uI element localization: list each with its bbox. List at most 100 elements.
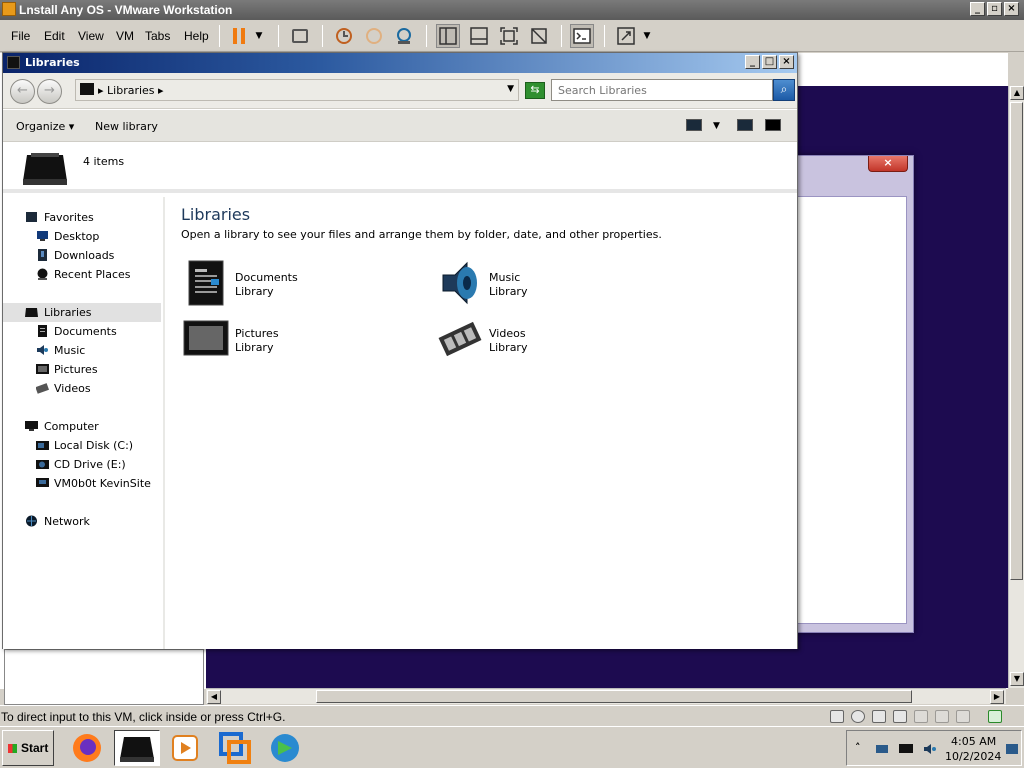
- horizontal-scrollbar[interactable]: ◀ ▶: [206, 688, 1006, 704]
- address-bar[interactable]: ▸ Libraries ▸ ▼: [75, 79, 519, 101]
- new-library-button[interactable]: New library: [95, 120, 158, 133]
- taskbar-internet-download-manager[interactable]: [262, 730, 308, 766]
- vmware-titlebar: Lnstall Any OS - VMware Workstation _ ▫ …: [0, 0, 1024, 20]
- scroll-up-arrow[interactable]: ▲: [1010, 86, 1024, 100]
- scroll-left-arrow[interactable]: ◀: [207, 690, 221, 704]
- clock-time[interactable]: 4:05 AM: [951, 735, 996, 748]
- address-dropdown-icon[interactable]: ▼: [507, 84, 514, 94]
- nav-music[interactable]: Music: [3, 341, 161, 360]
- search-input[interactable]: [551, 79, 773, 101]
- library-name: Videos: [489, 327, 526, 340]
- hard-disk-status-icon[interactable]: [830, 710, 844, 723]
- menu-view[interactable]: View: [78, 29, 104, 43]
- search-icon[interactable]: ⌕: [773, 79, 795, 101]
- view-options-icon[interactable]: [686, 119, 702, 131]
- menu-vm[interactable]: VM: [116, 29, 134, 43]
- nav-network[interactable]: Network: [3, 512, 161, 531]
- explorer-close-button[interactable]: ×: [779, 55, 794, 69]
- navigation-pane[interactable]: Favorites Desktop Downloads Recent Place…: [3, 197, 163, 649]
- refresh-button[interactable]: ⇆: [525, 82, 545, 99]
- thumbnail-bar-button[interactable]: [467, 24, 491, 48]
- network-tray-icon[interactable]: [875, 743, 889, 755]
- nav-documents[interactable]: Documents: [3, 322, 161, 341]
- action-center-icon[interactable]: [1005, 743, 1019, 755]
- close-button[interactable]: ×: [1004, 2, 1019, 16]
- nav-videos[interactable]: Videos: [3, 379, 161, 398]
- taskbar-explorer[interactable]: [114, 730, 160, 766]
- revert-snapshot-button[interactable]: [362, 24, 386, 48]
- display-tray-icon[interactable]: [899, 743, 913, 755]
- toolbar-separator: [219, 25, 220, 47]
- nav-local-disk[interactable]: Local Disk (C:): [3, 436, 161, 455]
- help-icon[interactable]: [765, 119, 781, 131]
- nav-recent-places[interactable]: Recent Places: [3, 265, 161, 284]
- background-dialog-window[interactable]: ×: [780, 155, 914, 633]
- display-status-icon[interactable]: [956, 710, 970, 723]
- nav-pictures[interactable]: Pictures: [3, 360, 161, 379]
- nav-network-share[interactable]: VM0b0t KevinSite: [3, 474, 161, 493]
- start-button[interactable]: Start: [2, 730, 54, 766]
- send-ctrl-alt-del-button[interactable]: [288, 24, 312, 48]
- restore-button[interactable]: ▫: [987, 2, 1002, 16]
- menu-help[interactable]: Help: [184, 29, 209, 43]
- menu-file[interactable]: File: [11, 29, 30, 43]
- suspend-button[interactable]: [228, 24, 252, 48]
- content-pane[interactable]: Libraries Open a library to see your fil…: [165, 197, 797, 649]
- console-view-button[interactable]: [570, 24, 594, 48]
- nav-desktop[interactable]: Desktop: [3, 227, 161, 246]
- library-name: Documents: [235, 271, 298, 284]
- show-hidden-icons-button[interactable]: ˄: [855, 741, 861, 754]
- library-music[interactable]: Music Library: [437, 259, 677, 311]
- explorer-minimize-button[interactable]: _: [745, 55, 760, 69]
- snapshot-manager-button[interactable]: [392, 24, 416, 48]
- explorer-titlebar[interactable]: Libraries _ □ ×: [3, 53, 797, 73]
- explorer-maximize-button[interactable]: □: [762, 55, 777, 69]
- cd-status-icon[interactable]: [851, 710, 865, 723]
- view-options-dropdown[interactable]: ▼: [713, 121, 720, 131]
- library-pictures[interactable]: Pictures Library: [183, 315, 423, 367]
- vertical-scroll-thumb[interactable]: [1010, 102, 1023, 580]
- show-library-button[interactable]: [436, 24, 460, 48]
- stretch-dropdown[interactable]: ▼: [640, 24, 654, 48]
- vmware-menubar: File Edit View VM Tabs Help ▼ ▼: [0, 20, 1024, 52]
- preview-pane-icon[interactable]: [737, 119, 753, 131]
- libraries-icon: [7, 56, 20, 69]
- scroll-right-arrow[interactable]: ▶: [990, 690, 1004, 704]
- floppy-status-icon[interactable]: [872, 710, 886, 723]
- taskbar-media-player[interactable]: [162, 730, 208, 766]
- scroll-down-arrow[interactable]: ▼: [1010, 672, 1024, 686]
- background-dialog-close-button[interactable]: ×: [868, 156, 908, 172]
- snapshot-button[interactable]: [332, 24, 356, 48]
- usb-status-icon[interactable]: [935, 710, 949, 723]
- library-videos[interactable]: Videos Library: [437, 315, 677, 367]
- organize-button[interactable]: Organize ▾: [16, 120, 74, 133]
- forward-button[interactable]: →: [37, 79, 62, 104]
- music-icon: [37, 345, 48, 355]
- vertical-scrollbar[interactable]: ▲ ▼: [1008, 86, 1024, 688]
- nav-libraries[interactable]: Libraries: [3, 303, 161, 322]
- nav-cd-drive[interactable]: CD Drive (E:): [3, 455, 161, 474]
- explorer-title: Libraries: [25, 56, 80, 69]
- nav-downloads[interactable]: Downloads: [3, 246, 161, 265]
- minimize-button[interactable]: _: [970, 2, 985, 16]
- stretch-button[interactable]: [614, 24, 638, 48]
- message-log-icon[interactable]: [988, 710, 1002, 723]
- power-dropdown[interactable]: ▼: [252, 24, 266, 48]
- volume-tray-icon[interactable]: [923, 743, 937, 755]
- fullscreen-button[interactable]: [497, 24, 521, 48]
- toolbar-separator: [561, 25, 562, 47]
- explorer-window[interactable]: Libraries _ □ × ← → ▸ Libraries ▸ ▼ ⇆ ⌕ …: [2, 52, 798, 649]
- taskbar-firefox[interactable]: [64, 730, 110, 766]
- nav-computer[interactable]: Computer: [3, 417, 161, 436]
- horizontal-scroll-thumb[interactable]: [316, 690, 912, 703]
- menu-tabs[interactable]: Tabs: [145, 29, 170, 43]
- back-button[interactable]: ←: [10, 79, 35, 104]
- taskbar-vmware[interactable]: [212, 730, 258, 766]
- unity-button[interactable]: [527, 24, 551, 48]
- nav-favorites[interactable]: Favorites: [3, 208, 161, 227]
- network-adapter-status-icon[interactable]: [893, 710, 907, 723]
- menu-edit[interactable]: Edit: [44, 29, 65, 43]
- clock-date[interactable]: 10/2/2024: [945, 750, 1001, 763]
- library-documents[interactable]: Documents Library: [183, 259, 423, 311]
- printer-status-icon[interactable]: [914, 710, 928, 723]
